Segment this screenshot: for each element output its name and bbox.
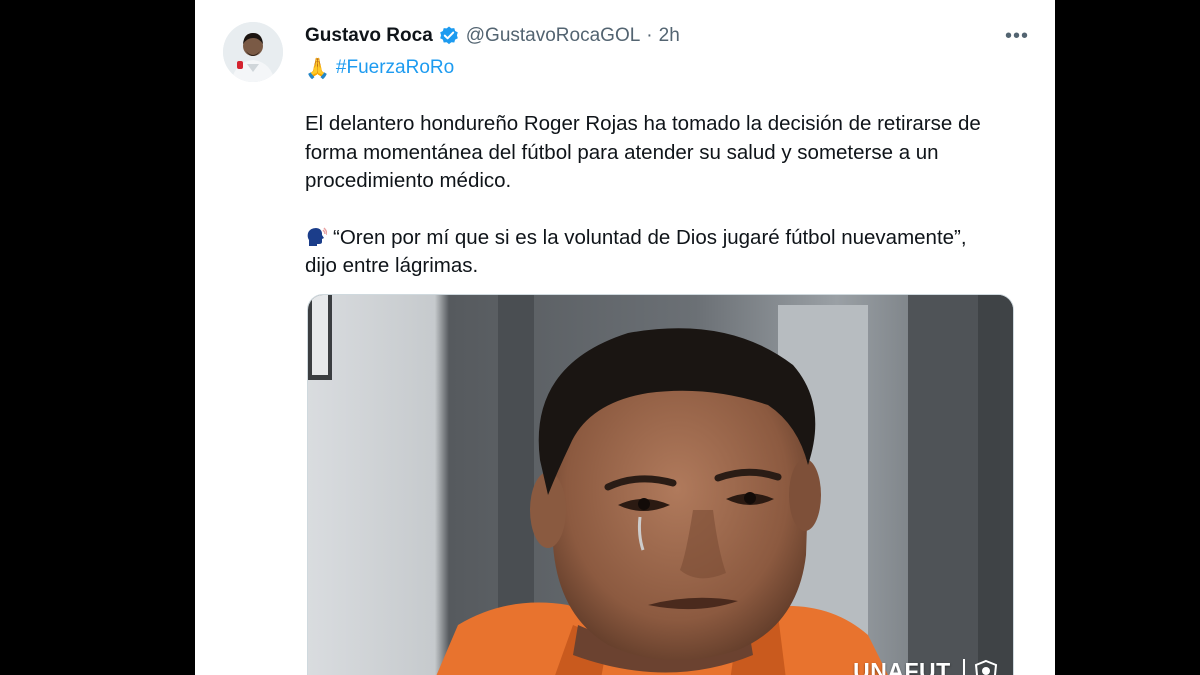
separator-dot: ·: [646, 25, 653, 46]
tweet-timestamp[interactable]: 2h: [659, 25, 680, 47]
watermark-divider: [963, 658, 965, 675]
author-handle[interactable]: @GustavoRocaGOL: [466, 25, 641, 47]
tweet-quote-paragraph: “Oren por mí que si es la voluntad de Di…: [305, 224, 1020, 281]
tweet-card: Gustavo Roca @GustavoRocaGOL · 2h ••• 🙏 …: [195, 0, 1055, 675]
avatar[interactable]: [223, 22, 283, 82]
quote-tail: dijo entre lágrimas.: [305, 254, 479, 277]
hashtag-line: 🙏 #FuerzaRoRo: [305, 54, 454, 82]
folded-hands-icon: 🙏: [305, 57, 330, 80]
tweet-paragraph: El delantero hondureño Roger Rojas ha to…: [305, 112, 981, 192]
player-photo: [308, 295, 1013, 675]
more-options-icon[interactable]: •••: [1003, 22, 1031, 50]
tweet-header: Gustavo Roca @GustavoRocaGOL · 2h: [305, 24, 680, 48]
quote-text: “Oren por mí que si es la voluntad de Di…: [333, 225, 967, 249]
watermark-text: UNAFUT.: [853, 658, 955, 675]
crest-icon: [973, 659, 999, 675]
author-name[interactable]: Gustavo Roca: [305, 25, 433, 47]
hashtag-link[interactable]: #FuerzaRoRo: [336, 57, 454, 79]
unafut-watermark: UNAFUT.: [853, 658, 999, 675]
tweet-image[interactable]: UNAFUT.: [307, 294, 1014, 675]
verified-badge-icon: [438, 25, 460, 47]
speaking-head-icon: [305, 226, 328, 248]
tweet-text: El delantero hondureño Roger Rojas ha to…: [305, 110, 1020, 309]
